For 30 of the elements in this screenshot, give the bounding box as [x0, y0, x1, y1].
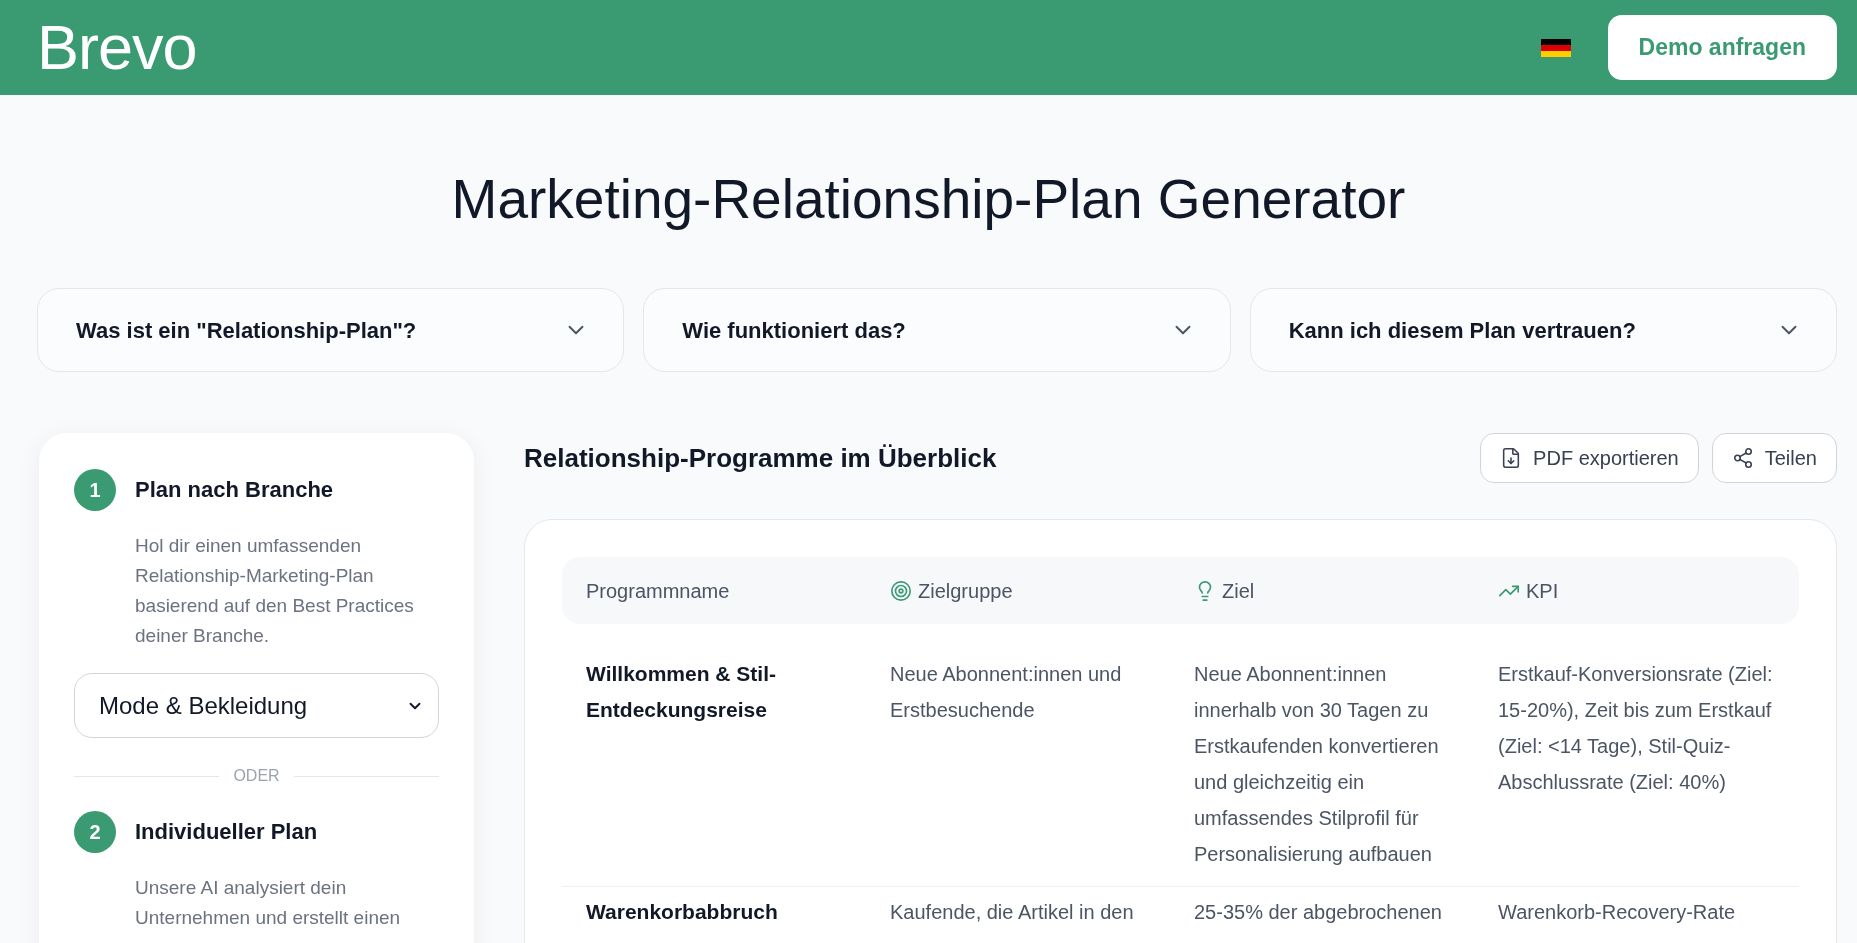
share-button[interactable]: Teilen — [1711, 433, 1837, 483]
table-cell-text: Warenkorb-Recovery-Rate — [1498, 900, 1737, 925]
industry-select[interactable]: Mode & Bekleidung — [74, 673, 439, 738]
step-number: 1 — [74, 469, 116, 511]
program-name: Willkommen & Stil-Entdeckungsreise — [586, 661, 777, 723]
table-cell-text: Kaufende, die Artikel in den — [890, 900, 1135, 925]
table-cell-text: 25-35% der abgebrochenen — [1194, 900, 1443, 925]
step-title: Individueller Plan — [135, 818, 318, 846]
step-description: Hol dir einen umfassenden Relationship-Marketing-Plan basierend auf den Best Practices deiner Branche. — [135, 534, 415, 648]
column-header: Zielgruppe — [918, 578, 1013, 604]
step-number: 2 — [74, 811, 116, 853]
column-header: KPI — [1526, 578, 1559, 604]
page-title: Marketing-Relationship-Plan Generator — [451, 167, 1406, 231]
column-header: Programmname — [586, 578, 730, 604]
flag-icon — [1540, 38, 1571, 57]
target-icon — [890, 579, 912, 602]
table-cell-text: Erstkauf-Konversionsrate (Ziel: 15-20%), Zeit bis zum Erstkauf (Ziel: <14 Tage), Stil-Quiz-Abschlussrate (Ziel: 40%) — [1498, 662, 1774, 795]
table-cell-text: Neue Abonnent:innen innerhalb von 30 Tagen zu Erstkaufenden konvertieren und gleichzeitig ein umfassendes Stilprofil für Personalisierung aufbauen — [1194, 662, 1440, 867]
step-title: Plan nach Branche — [135, 476, 334, 504]
faq-accordion[interactable]: Wie funktioniert das? — [643, 288, 1231, 372]
export-pdf-button[interactable]: PDF exportieren — [1480, 433, 1699, 483]
faq-accordion[interactable]: Was ist ein "Relationship-Plan"? — [37, 288, 625, 372]
table-cell-text: Neue Abonnent:innen und Erstbesuchende — [890, 662, 1123, 723]
share-icon — [1731, 447, 1754, 469]
column-header: Ziel — [1222, 578, 1255, 604]
faq-accordion[interactable]: Kann ich diesem Plan vertrauen? — [1249, 288, 1837, 372]
separator-label: ODER — [233, 766, 280, 786]
step-description: Unsere AI analysiert dein Unternehmen und erstellt einen — [135, 876, 402, 930]
program-name: Warenkorbabbruch — [586, 899, 779, 925]
section-title: Relationship-Programme im Überblick — [524, 441, 997, 475]
